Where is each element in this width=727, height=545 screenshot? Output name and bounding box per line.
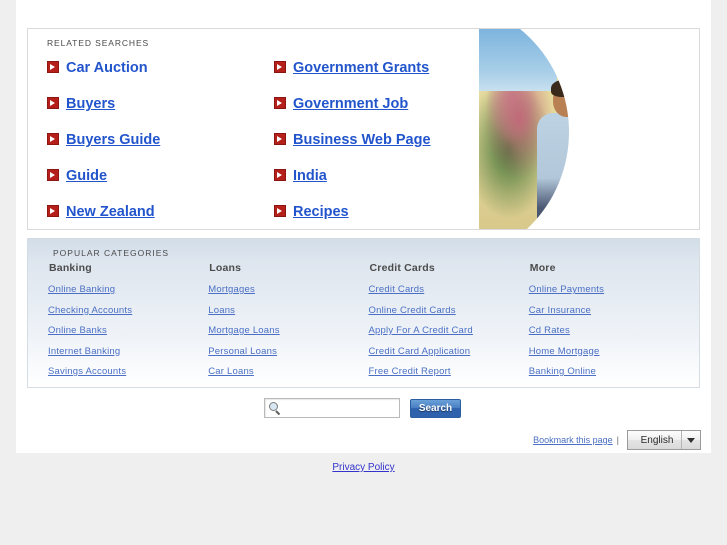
category-link[interactable]: Mortgage Loans <box>208 325 368 336</box>
arrow-bullet-icon <box>274 61 286 73</box>
arrow-bullet-icon <box>47 97 59 109</box>
category-link[interactable]: Loans <box>208 305 368 316</box>
category-heading: More <box>529 262 556 274</box>
arrow-bullet-icon <box>47 61 59 73</box>
category-column-loans: Loans Mortgages Loans Mortgage Loans Per… <box>208 262 368 387</box>
related-search-item[interactable]: Guide <box>47 165 257 201</box>
category-link[interactable]: Online Credit Cards <box>369 305 529 316</box>
category-link[interactable]: Cd Rates <box>529 325 689 336</box>
porch-column <box>675 127 682 191</box>
popular-categories-heading: POPULAR CATEGORIES <box>53 248 170 258</box>
arrow-bullet-icon <box>47 169 59 181</box>
category-heading: Loans <box>209 262 242 274</box>
search-field-wrapper[interactable] <box>264 398 400 418</box>
category-link[interactable]: Apply For A Credit Card <box>369 325 529 336</box>
search-button[interactable]: Search <box>410 398 461 418</box>
arrow-bullet-icon <box>274 169 286 181</box>
category-link[interactable]: Credit Cards <box>369 284 529 295</box>
related-searches-heading: RELATED SEARCHES <box>47 38 150 48</box>
page-content-panel: RELATED SEARCHES Car Auction Buyers Buye… <box>16 0 711 453</box>
hero-family-photo <box>479 29 699 229</box>
category-link[interactable]: Online Banks <box>48 325 208 336</box>
related-search-item[interactable]: Business Web Page <box>274 129 484 165</box>
category-link[interactable]: Free Credit Report <box>369 366 529 377</box>
category-link[interactable]: Online Banking <box>48 284 208 295</box>
separator: | <box>616 435 619 445</box>
related-search-link[interactable]: Government Grants <box>293 57 429 79</box>
popular-categories-columns: Banking Online Banking Checking Accounts… <box>48 262 689 387</box>
category-link[interactable]: Home Mortgage <box>529 346 689 357</box>
related-search-link[interactable]: Recipes <box>293 201 349 223</box>
popular-categories-panel: POPULAR CATEGORIES Banking Online Bankin… <box>27 238 700 388</box>
language-select[interactable]: English <box>627 430 701 450</box>
category-column-credit-cards: Credit Cards Credit Cards Online Credit … <box>369 262 529 387</box>
category-link[interactable]: Banking Online <box>529 366 689 377</box>
category-link[interactable]: Mortgages <box>208 284 368 295</box>
arrow-bullet-icon <box>274 205 286 217</box>
related-searches-panel: RELATED SEARCHES Car Auction Buyers Buye… <box>27 28 700 230</box>
search-form: Search <box>264 398 461 418</box>
category-link[interactable]: Savings Accounts <box>48 366 208 377</box>
arrow-bullet-icon <box>47 133 59 145</box>
related-search-link[interactable]: Guide <box>66 165 107 187</box>
category-link[interactable]: Credit Card Application <box>369 346 529 357</box>
related-search-item[interactable]: Government Grants <box>274 57 484 93</box>
arrow-bullet-icon <box>47 205 59 217</box>
search-row: Search <box>16 398 711 424</box>
related-search-link[interactable]: Government Job <box>293 93 408 115</box>
related-search-link[interactable]: Buyers Guide <box>66 129 160 151</box>
arrow-bullet-icon <box>274 97 286 109</box>
category-link[interactable]: Online Payments <box>529 284 689 295</box>
category-link[interactable]: Car Loans <box>208 366 368 377</box>
related-searches-right-column: Government Grants Government Job Busines… <box>274 57 484 229</box>
bookmark-this-page-link[interactable]: Bookmark this page <box>533 435 613 445</box>
related-searches-left-column: Car Auction Buyers Buyers Guide Guide Ne… <box>47 57 257 229</box>
footer: Privacy Policy <box>0 457 727 475</box>
related-search-item[interactable]: Buyers <box>47 93 257 129</box>
arrow-bullet-icon <box>274 133 286 145</box>
related-search-link[interactable]: Car Auction <box>66 57 148 79</box>
category-heading: Banking <box>49 262 92 274</box>
baby-legs <box>635 159 669 221</box>
related-search-item[interactable]: New Zealand <box>47 201 257 229</box>
privacy-policy-link[interactable]: Privacy Policy <box>332 462 394 473</box>
window <box>629 55 655 77</box>
woman-head <box>600 79 624 109</box>
related-search-link[interactable]: New Zealand <box>66 201 155 223</box>
related-search-item[interactable]: Recipes <box>274 201 484 229</box>
related-search-item[interactable]: Car Auction <box>47 57 257 93</box>
related-search-link[interactable]: India <box>293 165 327 187</box>
related-search-link[interactable]: Buyers <box>66 93 115 115</box>
bookmark-language-row: Bookmark this page | English <box>533 430 701 450</box>
category-link[interactable]: Internet Banking <box>48 346 208 357</box>
category-link[interactable]: Car Insurance <box>529 305 689 316</box>
related-search-item[interactable]: Government Job <box>274 93 484 129</box>
search-icon <box>269 402 282 415</box>
category-link[interactable]: Personal Loans <box>208 346 368 357</box>
category-column-more: More Online Payments Car Insurance Cd Ra… <box>529 262 689 387</box>
baby-figure <box>633 115 671 167</box>
category-heading: Credit Cards <box>369 262 435 274</box>
category-column-banking: Banking Online Banking Checking Accounts… <box>48 262 208 387</box>
search-input[interactable] <box>285 400 399 416</box>
category-link[interactable]: Checking Accounts <box>48 305 208 316</box>
chevron-down-icon[interactable] <box>681 431 700 449</box>
window <box>657 63 679 83</box>
related-search-item[interactable]: India <box>274 165 484 201</box>
baby-head <box>639 91 665 119</box>
related-search-link[interactable]: Business Web Page <box>293 129 431 151</box>
related-search-item[interactable]: Buyers Guide <box>47 129 257 165</box>
